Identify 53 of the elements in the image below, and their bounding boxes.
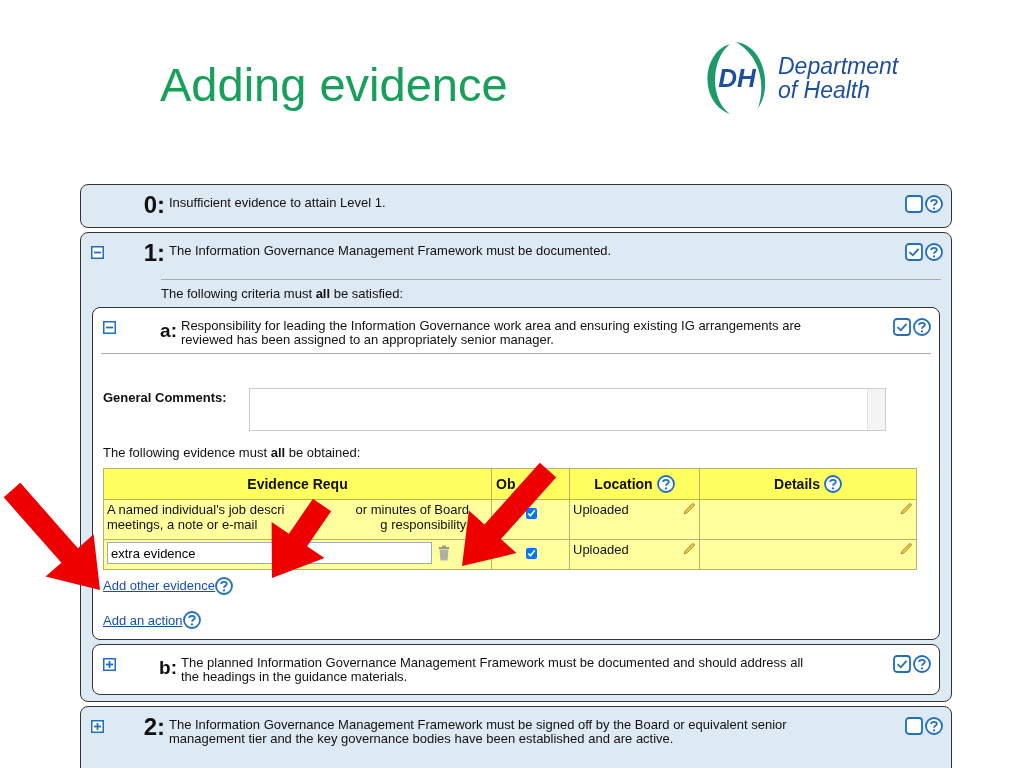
- criterion-letter: a:: [159, 320, 177, 342]
- add-link[interactable]: Add an action: [103, 611, 201, 629]
- trash-icon[interactable]: [438, 545, 450, 561]
- location-text: Uploaded: [573, 502, 629, 517]
- checkbox-icon[interactable]: [905, 243, 923, 261]
- help-icon[interactable]: [913, 655, 931, 673]
- level-number: 2:: [142, 715, 165, 739]
- column-header: Details: [699, 468, 917, 500]
- criterion-text: The planned Information Governance Management Framework must be documented and should address all the headings in the guidance materials.: [181, 654, 805, 684]
- column-header: Evidence Requ: [103, 468, 492, 500]
- help-icon[interactable]: [925, 195, 943, 213]
- level-number: 1:: [142, 241, 165, 265]
- collapse-icon[interactable]: [103, 321, 116, 334]
- location-text: Uploaded: [573, 542, 629, 557]
- column-header: Location: [569, 468, 700, 500]
- checkbox-icon[interactable]: [905, 195, 923, 213]
- logo-text: of Health: [778, 78, 871, 102]
- help-icon[interactable]: [215, 576, 234, 595]
- cell-text: or minutes of Board: [355, 502, 469, 517]
- expand-icon[interactable]: [91, 720, 104, 733]
- help-icon[interactable]: [913, 318, 931, 336]
- cell-text: meetings, a note or e-mail: [107, 517, 258, 532]
- checkbox-icon[interactable]: [893, 318, 911, 336]
- level-text: Insufficient evidence to attain Level 1.: [169, 194, 387, 210]
- help-icon[interactable]: [823, 475, 842, 493]
- comments-field[interactable]: [249, 388, 886, 431]
- slide-title: Adding evidence: [160, 56, 509, 112]
- pencil-icon[interactable]: [682, 542, 696, 556]
- help-icon[interactable]: [925, 243, 943, 261]
- checkbox-icon[interactable]: [893, 655, 911, 673]
- cell-text: g responsibility.: [380, 517, 469, 532]
- pencil-icon[interactable]: [899, 502, 913, 516]
- checkbox-icon[interactable]: [905, 717, 923, 735]
- pencil-icon[interactable]: [899, 542, 913, 556]
- level-number: 0:: [142, 193, 165, 217]
- criterion-text: Responsibility for leading the Information Governance work area and ensuring existing IG arrangements are reviewed has been assigned to an appropriately senior manager.: [181, 317, 802, 347]
- obtained-checkbox[interactable]: [525, 508, 537, 519]
- cell-text: A named individual's job descri: [107, 502, 285, 517]
- help-icon[interactable]: [656, 475, 675, 493]
- level-text: The Information Governance Management Framework must be signed off by the Board or equivalent senior management tier and the key governance bodies have been established and are active.: [169, 716, 788, 746]
- criteria-note: The following criteria must all be satisfied:: [160, 285, 405, 303]
- add-link[interactable]: Add other evidence: [103, 576, 234, 595]
- comments-label: General Comments:: [103, 389, 228, 405]
- obtained-checkbox[interactable]: [525, 548, 537, 559]
- collapse-icon[interactable]: [91, 246, 104, 259]
- help-icon[interactable]: [182, 611, 201, 629]
- level-text: The Information Governance Management Framework must be documented.: [169, 242, 613, 258]
- criterion-letter: b:: [158, 657, 177, 679]
- pencil-icon[interactable]: [682, 502, 696, 516]
- expand-icon[interactable]: [103, 658, 116, 671]
- help-icon[interactable]: [925, 717, 943, 735]
- evidence-note: The following evidence must all be obtained:: [103, 445, 362, 460]
- logo-mark: DH: [718, 62, 756, 94]
